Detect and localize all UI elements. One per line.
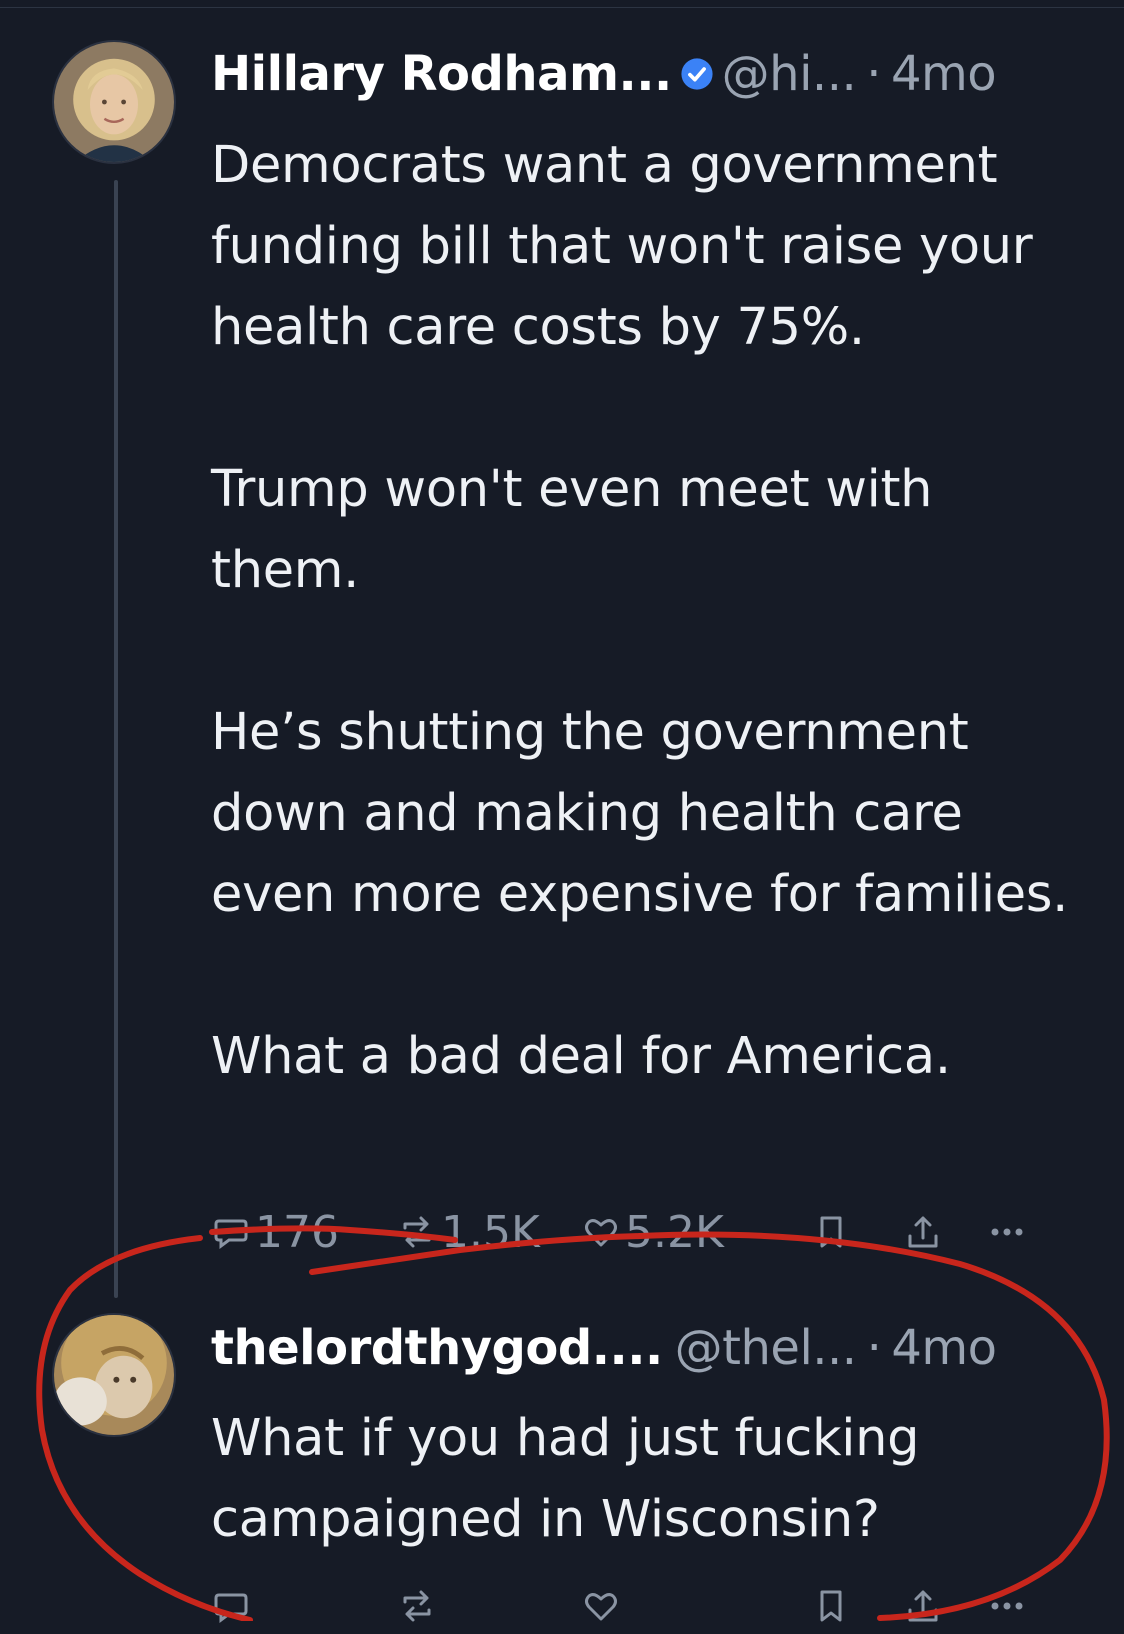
reply-count: 176 xyxy=(255,1206,339,1258)
post-paragraph: He’s shutting the government down and ma… xyxy=(211,703,1069,924)
verified-badge-icon xyxy=(681,58,713,90)
more-icon xyxy=(991,1228,1023,1236)
painting-avatar-graphic xyxy=(54,1315,174,1435)
thread-connector-line xyxy=(114,180,118,1298)
person-avatar-icon[interactable] xyxy=(52,40,176,164)
reply-like-button[interactable] xyxy=(581,1586,811,1626)
reply-paragraph: What if you had just fucking campaigned … xyxy=(211,1409,920,1549)
person-avatar-graphic xyxy=(54,42,174,162)
share-icon xyxy=(908,1590,938,1622)
reply-icon xyxy=(214,1219,248,1249)
repost-count: 1.5K xyxy=(441,1206,540,1258)
heart-icon xyxy=(585,1593,617,1621)
reply-author-handle[interactable]: @thel... xyxy=(675,1320,857,1376)
like-count: 5.2K xyxy=(625,1206,724,1258)
post-header: Hillary Rodham... @hi... · 4mo xyxy=(211,44,1086,104)
painting-avatar-icon[interactable] xyxy=(52,1313,176,1437)
reply-icon xyxy=(214,1593,248,1623)
bookmark-button[interactable] xyxy=(811,1212,903,1252)
reply-button[interactable]: 176 xyxy=(211,1207,397,1258)
post-paragraph: Trump won't even meet with them. xyxy=(211,460,933,600)
post-timestamp[interactable]: 4mo xyxy=(891,46,997,102)
reply-repost-button[interactable] xyxy=(397,1586,581,1626)
more-options-button[interactable] xyxy=(987,1212,1027,1252)
repost-button[interactable]: 1.5K xyxy=(397,1207,581,1258)
heart-icon xyxy=(585,1219,617,1247)
post-paragraph: Democrats want a government funding bill… xyxy=(211,136,1033,357)
post-action-bar: 176 1.5K 5.2K xyxy=(211,1204,1071,1260)
repost-icon xyxy=(403,1216,431,1248)
like-button[interactable]: 5.2K xyxy=(581,1207,811,1258)
share-button[interactable] xyxy=(903,1212,987,1252)
bookmark-icon xyxy=(820,1216,842,1248)
repost-icon xyxy=(403,1590,431,1622)
reply-header-separator: · xyxy=(866,1320,882,1376)
top-divider xyxy=(0,7,1124,8)
reply-bookmark-button[interactable] xyxy=(811,1586,903,1626)
reply-author-name[interactable]: thelordthygod.... xyxy=(211,1320,663,1376)
reply-text: What if you had just fucking campaigned … xyxy=(211,1398,991,1560)
share-icon xyxy=(908,1216,938,1248)
reply-action-bar xyxy=(211,1578,1071,1634)
author-name[interactable]: Hillary Rodham... xyxy=(211,46,672,102)
reply-timestamp[interactable]: 4mo xyxy=(891,1320,997,1376)
bookmark-icon xyxy=(820,1590,842,1622)
reply-header: thelordthygod.... @thel... · 4mo xyxy=(211,1318,1086,1378)
reply-reply-button[interactable] xyxy=(211,1586,397,1626)
more-icon xyxy=(991,1602,1023,1610)
reply-share-button[interactable] xyxy=(903,1586,987,1626)
post-paragraph: What a bad deal for America. xyxy=(211,1027,951,1086)
author-handle[interactable]: @hi... xyxy=(722,46,857,102)
header-separator: · xyxy=(866,46,881,102)
reply-more-options-button[interactable] xyxy=(987,1586,1027,1626)
post-text: Democrats want a government funding bill… xyxy=(211,125,1081,1097)
